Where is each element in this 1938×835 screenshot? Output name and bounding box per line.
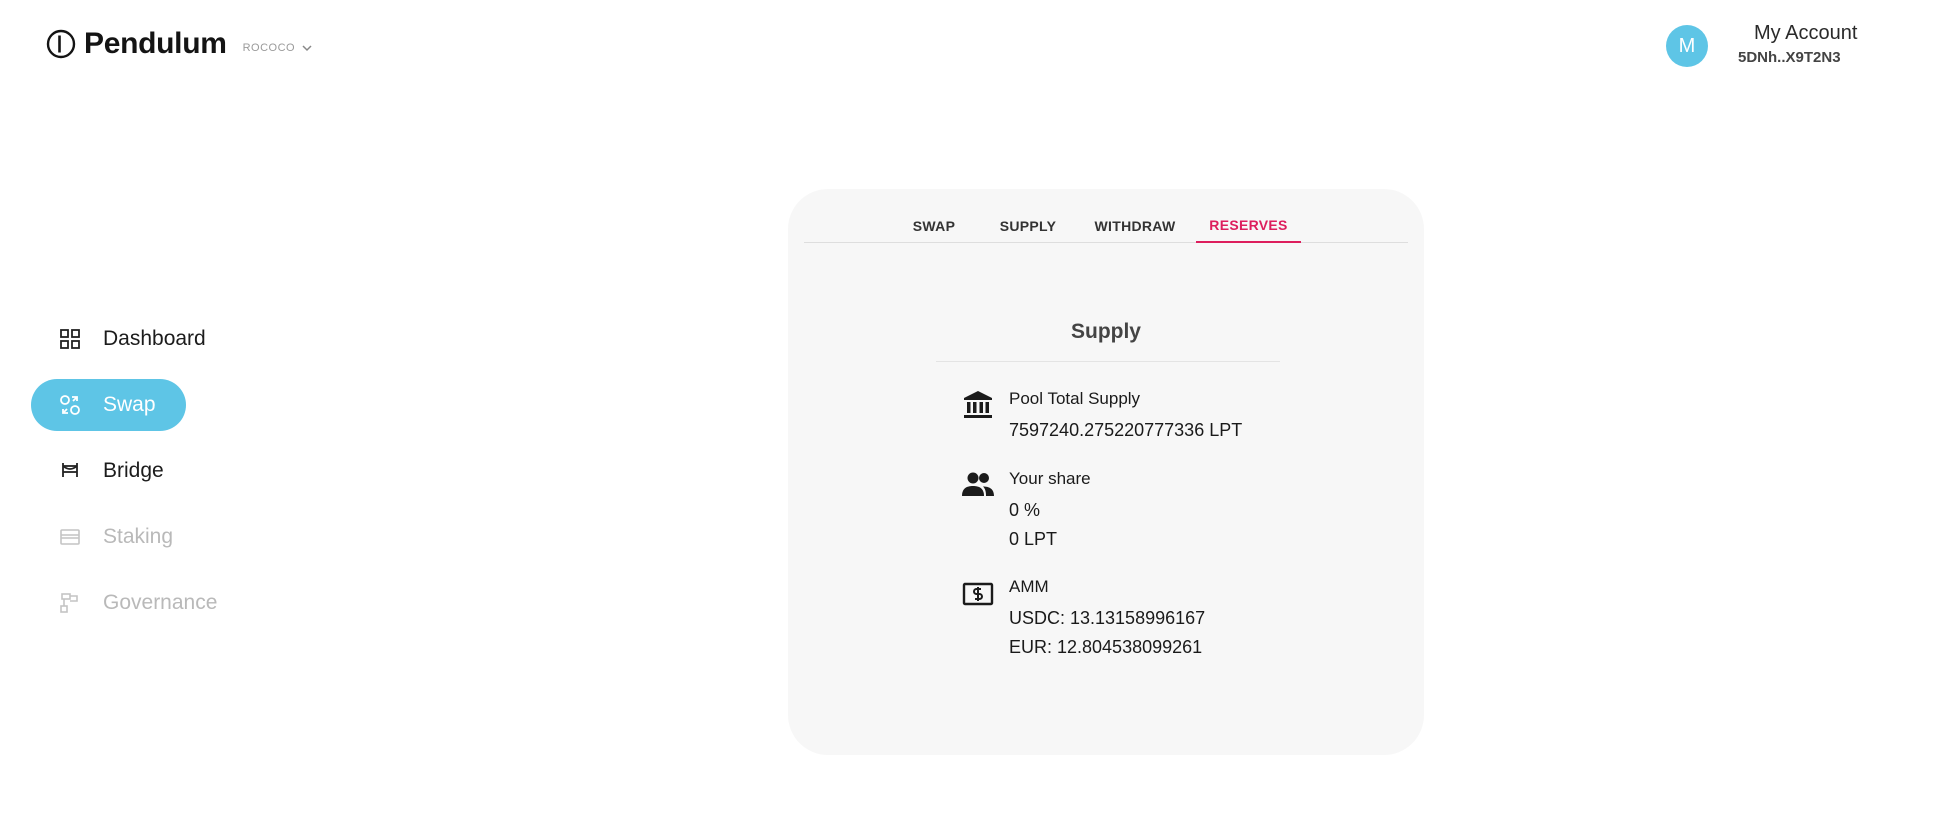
- bridge-icon: [58, 459, 82, 483]
- sidebar-item-label: Staking: [103, 525, 174, 548]
- tab-bar: SWAP SUPPLY WITHDRAW RESERVES: [804, 209, 1408, 243]
- reserves-card: SWAP SUPPLY WITHDRAW RESERVES Supply Poo…: [788, 189, 1424, 755]
- sidebar-item-staking[interactable]: Staking: [31, 511, 261, 563]
- your-share: Your share 0 % 0 LPT: [960, 469, 1091, 550]
- chevron-down-icon: [302, 45, 312, 52]
- sidebar-item-swap[interactable]: Swap: [31, 379, 186, 431]
- pendulum-logo-icon: [46, 29, 76, 59]
- brand-name: Pendulum: [84, 27, 227, 60]
- sidebar-item-governance[interactable]: Governance: [31, 577, 261, 629]
- people-icon: [960, 469, 996, 505]
- share-lpt: 0 LPT: [1009, 529, 1058, 549]
- avatar: M: [1666, 25, 1708, 67]
- network-selector[interactable]: ROCOCO: [243, 42, 314, 54]
- share-label: Your share: [1009, 469, 1091, 488]
- tab-swap[interactable]: SWAP: [908, 209, 960, 243]
- sidebar-item-label: Bridge: [103, 459, 164, 482]
- sidebar-item-bridge[interactable]: Bridge: [31, 445, 261, 497]
- brand[interactable]: Pendulum ROCOCO: [46, 27, 313, 61]
- panel-title: Supply: [1070, 320, 1141, 343]
- amm-label: AMM: [1009, 577, 1049, 596]
- sidebar-item-label: Swap: [103, 393, 156, 416]
- account-button[interactable]: M My Account 5DNh..X9T2N3: [1666, 22, 1857, 67]
- share-percent: 0 %: [1009, 500, 1041, 520]
- amm-usdc: USDC: 13.13158996167: [1009, 608, 1206, 628]
- tab-supply[interactable]: SUPPLY: [998, 209, 1058, 243]
- account-title: My Account: [1754, 22, 1858, 44]
- sidebar-item-dashboard[interactable]: Dashboard: [31, 313, 261, 365]
- top-bar: Pendulum ROCOCO M My Account 5DNh..X9T2N…: [0, 0, 1938, 100]
- money-icon: [960, 577, 996, 613]
- sidebar-item-label: Governance: [103, 591, 218, 614]
- account-address: 5DNh..X9T2N3: [1738, 49, 1841, 66]
- pool-total-label: Pool Total Supply: [1009, 389, 1141, 408]
- amm-eur: EUR: 12.804538099261: [1009, 637, 1203, 657]
- sidebar: Dashboard Swap Bridge Staking Governance: [31, 313, 261, 643]
- card-icon: [58, 525, 82, 549]
- amm-reserves: AMM USDC: 13.13158996167 EUR: 12.8045380…: [960, 577, 1205, 658]
- pool-total-value: 7597240.275220777336 LPT: [1009, 420, 1243, 440]
- divider: [936, 361, 1280, 362]
- pool-total-supply: Pool Total Supply 7597240.275220777336 L…: [960, 389, 1242, 441]
- sidebar-item-label: Dashboard: [103, 327, 206, 350]
- tab-withdraw[interactable]: WITHDRAW: [1091, 209, 1179, 243]
- network-label: ROCOCO: [242, 42, 296, 54]
- bank-icon: [960, 389, 996, 425]
- governance-icon: [58, 591, 82, 615]
- grid-icon: [58, 327, 82, 351]
- tab-reserves[interactable]: RESERVES: [1196, 209, 1301, 243]
- swap-icon: [58, 393, 82, 417]
